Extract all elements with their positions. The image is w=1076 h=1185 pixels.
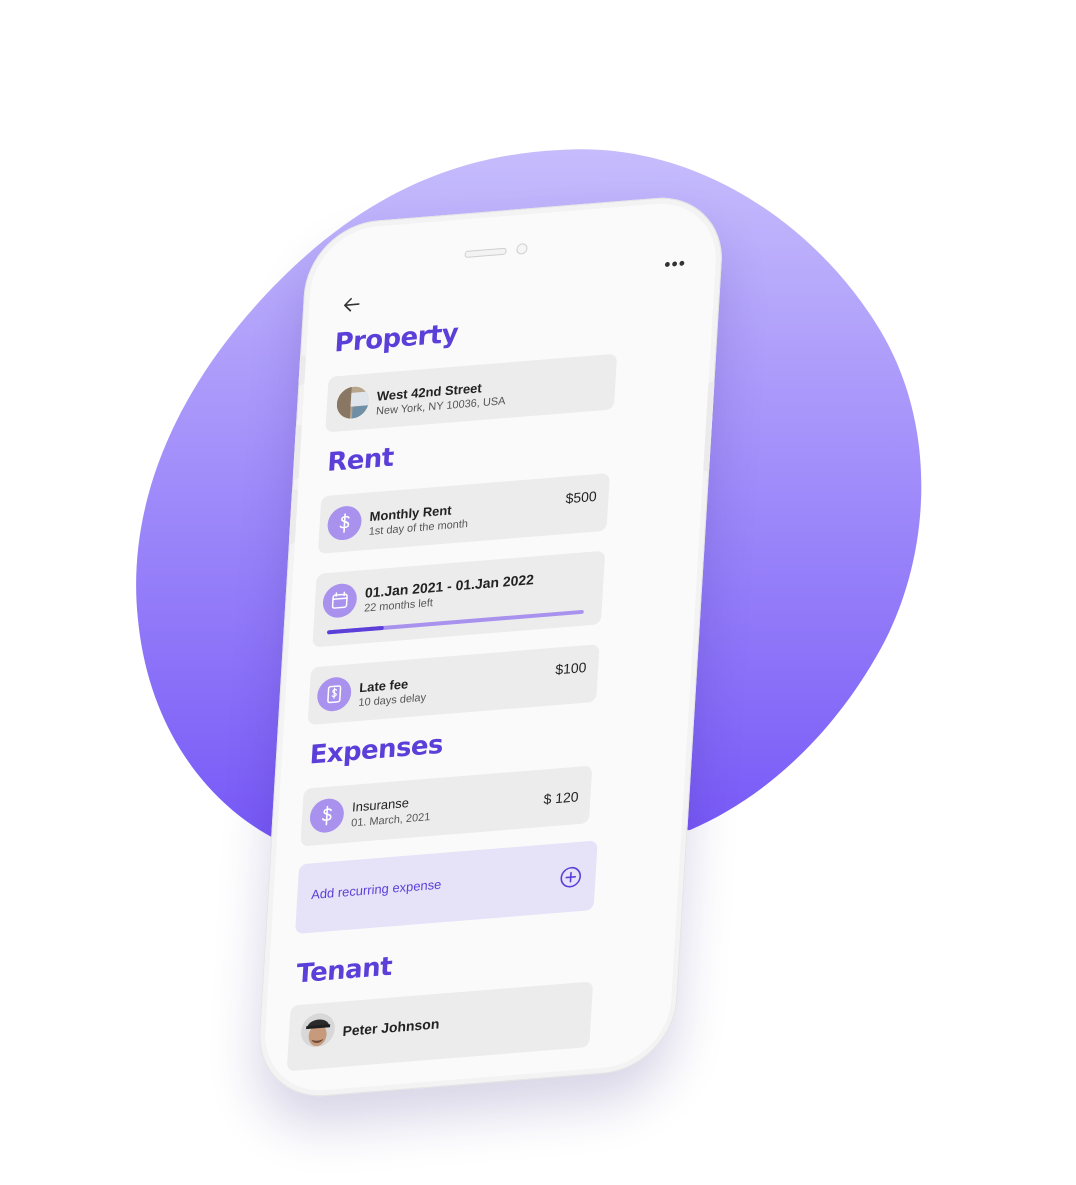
dollar-icon (308, 797, 345, 834)
dollar-icon (326, 504, 363, 542)
expense-item[interactable]: Insuranse 01. March, 2021 $ 120 (300, 765, 593, 847)
phone: ••• Property West 42nd Street New York, … (255, 192, 726, 1102)
late-fee-card[interactable]: Late fee 10 days delay $100 (307, 644, 600, 726)
add-recurring-expense-button[interactable]: Add recurring expense (295, 840, 598, 935)
lease-progress-fill (326, 625, 384, 635)
lease-period-label: 01.Jan 2021 - 01.Jan 2022 (364, 571, 535, 601)
late-fee-label: Late fee (358, 676, 409, 696)
expense-date: 01. March, 2021 (350, 811, 431, 830)
expense-amount: $ 120 (543, 788, 580, 808)
tenant-avatar (299, 1011, 336, 1049)
app-screen: ••• Property West 42nd Street New York, … (286, 253, 693, 1072)
late-fee-amount: $100 (554, 659, 587, 678)
monthly-rent-amount: $500 (565, 487, 598, 507)
add-recurring-expense-label: Add recurring expense (310, 876, 442, 903)
property-thumbnail (335, 385, 370, 420)
tenant-name: Peter Johnson (342, 1015, 440, 1040)
calendar-icon (321, 582, 358, 619)
lease-period-card[interactable]: 01.Jan 2021 - 01.Jan 2022 22 months left (312, 550, 606, 648)
monthly-rent-card[interactable]: Monthly Rent 1st day of the month $500 (317, 473, 610, 554)
expense-label: Insuranse (351, 795, 410, 815)
rent-heading: Rent (326, 442, 395, 478)
tenant-heading: Tenant (295, 951, 393, 990)
invoice-icon (316, 675, 353, 713)
arrow-left-icon[interactable] (340, 293, 363, 317)
stage: ••• Property West 42nd Street New York, … (0, 0, 1076, 1185)
expenses-heading: Expenses (308, 729, 444, 771)
plus-circle-icon[interactable] (559, 865, 582, 889)
property-card[interactable]: West 42nd Street New York, NY 10036, USA (325, 353, 618, 433)
property-heading: Property (333, 318, 460, 359)
more-horizontal-icon[interactable]: ••• (664, 253, 687, 276)
